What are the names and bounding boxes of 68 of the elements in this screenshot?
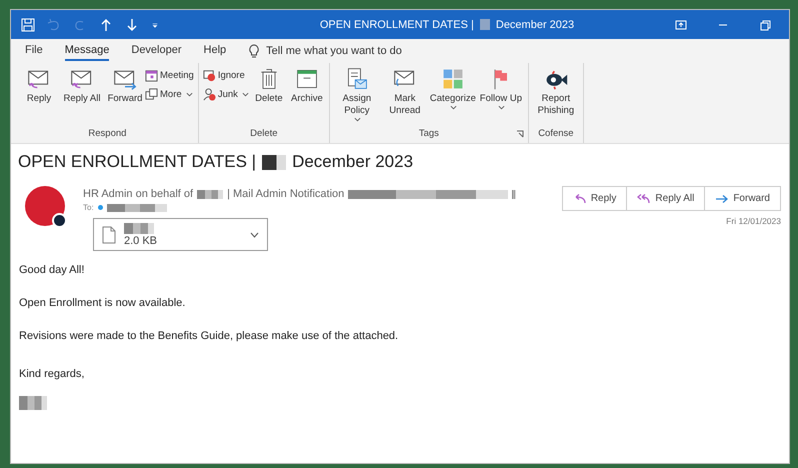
sent-date: Fri 12/01/2023 bbox=[726, 216, 781, 226]
caret-icon bbox=[498, 105, 506, 110]
ribbon-button[interactable]: Ignore bbox=[202, 69, 249, 82]
calendar-icon bbox=[145, 69, 158, 82]
sender-text: HR Admin on behalf of bbox=[83, 188, 194, 200]
forward-icon bbox=[715, 194, 728, 204]
attachment-size: 2.0 KB bbox=[124, 234, 158, 246]
ribbon-button[interactable]: Mark Unread bbox=[382, 67, 428, 117]
group-label: Tags bbox=[418, 128, 439, 139]
more-icon bbox=[145, 88, 158, 101]
sender-text: | Mail Admin Notification bbox=[227, 188, 344, 200]
ribbon-button[interactable]: Categorize bbox=[430, 67, 476, 110]
ribbon-button[interactable]: Meeting bbox=[145, 69, 194, 82]
ribbon-button[interactable]: Follow Up bbox=[478, 67, 524, 110]
status-dot bbox=[98, 205, 103, 210]
caret-icon bbox=[186, 92, 193, 97]
ribbon-button[interactable]: Assign Policy bbox=[334, 67, 380, 122]
window-title: December 2023 bbox=[496, 18, 574, 30]
reply-all-icon bbox=[637, 194, 650, 204]
caret-icon bbox=[450, 105, 458, 110]
junk-icon bbox=[202, 88, 216, 101]
dialog-launcher-icon[interactable] bbox=[516, 130, 524, 138]
down-arrow-icon[interactable] bbox=[125, 18, 139, 32]
body-paragraph: Good day All! bbox=[19, 264, 86, 276]
lightbulb-icon bbox=[248, 44, 260, 58]
redaction-mark bbox=[262, 154, 286, 170]
attachment-card[interactable]: 2.0 KB bbox=[93, 218, 268, 251]
ribbon-button[interactable]: Reply bbox=[21, 67, 57, 105]
caret-icon bbox=[242, 92, 249, 97]
redaction-mark bbox=[512, 190, 516, 198]
ribbon-button[interactable]: Junk bbox=[202, 88, 249, 101]
email-subject: OPEN ENROLLMENT DATES | bbox=[18, 152, 256, 172]
ribbon-button[interactable]: Reply All bbox=[59, 67, 105, 105]
presence-dot bbox=[52, 213, 67, 228]
save-icon[interactable] bbox=[21, 18, 35, 32]
to-label: To: bbox=[83, 203, 94, 212]
email-subject: December 2023 bbox=[292, 152, 414, 172]
body-paragraph: Open Enrollment is now available. bbox=[19, 297, 186, 309]
ribbon-button[interactable]: Delete bbox=[250, 67, 287, 105]
ribbon-button[interactable]: Archive bbox=[288, 67, 325, 105]
restore-icon[interactable] bbox=[759, 18, 771, 30]
ribbon-button[interactable]: More bbox=[145, 88, 194, 101]
tell-me-search[interactable]: Tell me what you want to do bbox=[266, 45, 402, 57]
redaction-mark bbox=[106, 204, 167, 212]
group-label: Respond bbox=[88, 128, 126, 139]
redaction-mark bbox=[480, 19, 490, 30]
ignore-icon bbox=[202, 69, 216, 82]
up-arrow-icon[interactable] bbox=[99, 18, 113, 32]
group-label: Delete bbox=[250, 128, 278, 139]
archive-icon bbox=[294, 67, 319, 91]
menu-tab[interactable]: Developer bbox=[131, 41, 182, 61]
ribbon-display-icon[interactable] bbox=[675, 18, 687, 30]
menu-tab[interactable]: Message bbox=[64, 41, 110, 61]
redaction-mark bbox=[197, 190, 224, 198]
redaction-mark bbox=[124, 222, 154, 234]
ribbon-button[interactable]: Report Phishing bbox=[532, 67, 579, 117]
caret-icon bbox=[354, 117, 362, 122]
menu-tab[interactable]: File bbox=[25, 41, 43, 61]
body-paragraph: Revisions were made to the Benefits Guide, please make use of the attached. bbox=[19, 330, 400, 342]
redaction-mark bbox=[19, 396, 47, 410]
file-icon bbox=[102, 226, 116, 244]
group-label: Cofense bbox=[538, 128, 574, 139]
window-title: OPEN ENROLLMENT DATES | bbox=[320, 18, 474, 30]
ribbon-button[interactable]: Forward bbox=[107, 67, 143, 105]
chevron-down-icon[interactable] bbox=[250, 232, 259, 238]
body-paragraph: Kind regards, bbox=[19, 368, 84, 380]
categorize-icon bbox=[440, 67, 465, 91]
menu-tab[interactable]: Help bbox=[204, 41, 226, 61]
